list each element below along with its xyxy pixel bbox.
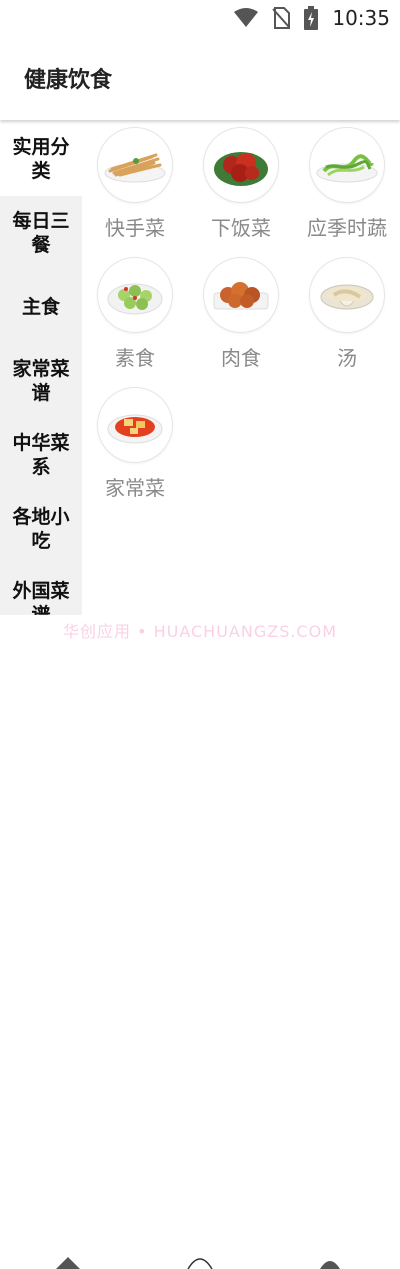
category-label: 汤 (337, 346, 357, 370)
category-label: 应季时蔬 (307, 216, 387, 240)
sidebar-item-label: 实用分类 (12, 136, 70, 182)
category-label: 下饭菜 (211, 216, 271, 240)
category-item-vegetarian[interactable]: 素食 (82, 258, 188, 388)
category-grid: 快手菜 下饭菜 应季时蔬 素食 肉食 汤 家常菜 (82, 122, 400, 518)
sidebar-item-home-recipes[interactable]: 家常菜谱 (0, 344, 82, 418)
sidebar-item-staple[interactable]: 主食 (0, 270, 82, 344)
category-item-meat[interactable]: 肉食 (188, 258, 294, 388)
watermark: 华创应用 • HUACHUANGZS.COM (62, 622, 338, 641)
battery-charging-icon (304, 6, 319, 30)
no-sim-icon (272, 7, 291, 29)
recents-icon[interactable] (318, 1255, 342, 1269)
app-bar: 健康饮食 (0, 36, 400, 120)
quick-dish-icon (98, 128, 172, 202)
seasonal-vegetable-icon (310, 128, 384, 202)
status-clock: 10:35 (332, 6, 390, 30)
category-label: 家常菜 (105, 476, 165, 500)
sidebar-item-practical[interactable]: 实用分类 (0, 122, 82, 196)
status-bar: 10:35 (0, 0, 400, 36)
category-content: 快手菜 下饭菜 应季时蔬 素食 肉食 汤 家常菜 (82, 122, 400, 615)
sidebar-item-label: 主食 (21, 296, 60, 318)
category-label: 肉食 (221, 346, 261, 370)
sidebar-item-local-snacks[interactable]: 各地小吃 (0, 492, 82, 566)
sidebar-item-label: 外国菜谱 (12, 580, 70, 615)
category-label: 素食 (115, 346, 155, 370)
page-title: 健康饮食 (24, 68, 113, 93)
sidebar-item-label: 各地小吃 (12, 506, 70, 552)
status-icons: 10:35 (234, 6, 390, 30)
sidebar-item-foreign-recipes[interactable]: 外国菜谱 (0, 566, 82, 615)
sidebar-item-chinese-cuisine[interactable]: 中华菜系 (0, 418, 82, 492)
category-item-soup[interactable]: 汤 (294, 258, 400, 388)
category-item-rice-dish[interactable]: 下饭菜 (188, 128, 294, 258)
home-dish-icon (98, 388, 172, 462)
vegetarian-dish-icon (98, 258, 172, 332)
back-icon[interactable] (56, 1255, 80, 1269)
soup-icon (310, 258, 384, 332)
wifi-icon (234, 8, 259, 27)
meat-dish-icon (204, 258, 278, 332)
category-item-home-dish[interactable]: 家常菜 (82, 388, 188, 518)
sidebar-item-label: 家常菜谱 (12, 358, 70, 404)
home-icon[interactable] (186, 1255, 214, 1269)
category-label: 快手菜 (105, 216, 165, 240)
category-item-quick-dish[interactable]: 快手菜 (82, 128, 188, 258)
sidebar-item-three-meals[interactable]: 每日三餐 (0, 196, 82, 270)
sidebar-item-label: 每日三餐 (12, 210, 70, 256)
category-item-seasonal-vegetable[interactable]: 应季时蔬 (294, 128, 400, 258)
rice-dish-icon (204, 128, 278, 202)
sidebar-item-label: 中华菜系 (12, 432, 70, 478)
category-sidebar: 实用分类 每日三餐 主食 家常菜谱 中华菜系 各地小吃 外国菜谱 (0, 122, 82, 615)
